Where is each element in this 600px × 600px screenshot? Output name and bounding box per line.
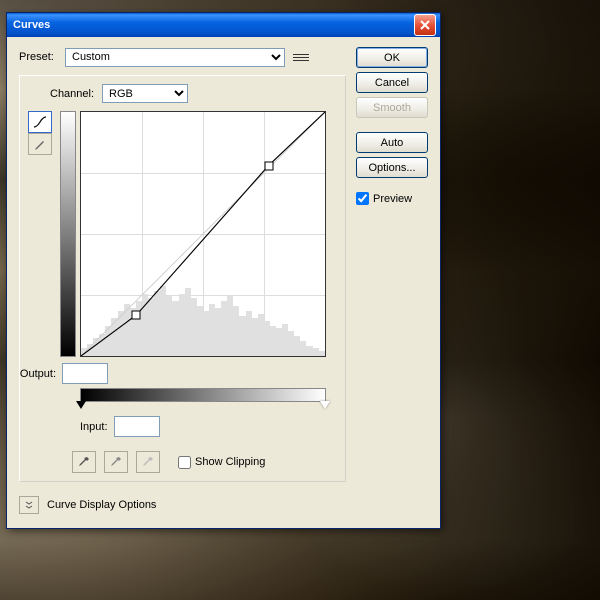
eyedropper-icon bbox=[78, 456, 90, 468]
curve-graph[interactable] bbox=[80, 111, 326, 357]
curve-tool[interactable] bbox=[28, 111, 52, 133]
output-label: Output: bbox=[16, 368, 56, 380]
white-eyedropper[interactable] bbox=[136, 451, 160, 473]
close-button[interactable] bbox=[414, 14, 436, 36]
input-field[interactable] bbox=[114, 416, 160, 437]
pencil-tool[interactable] bbox=[28, 133, 52, 155]
channel-label: Channel: bbox=[50, 88, 96, 100]
preview-label: Preview bbox=[373, 193, 412, 205]
eyedropper-icon bbox=[110, 456, 122, 468]
curve-point[interactable] bbox=[132, 310, 141, 319]
ok-button[interactable]: OK bbox=[356, 47, 428, 68]
curve-line bbox=[81, 112, 325, 356]
preset-label: Preset: bbox=[19, 51, 59, 63]
pencil-icon bbox=[34, 138, 46, 150]
channel-select[interactable]: RGB bbox=[102, 84, 188, 103]
smooth-button: Smooth bbox=[356, 97, 428, 118]
output-field[interactable] bbox=[62, 363, 108, 384]
eyedropper-icon bbox=[142, 456, 154, 468]
options-button[interactable]: Options... bbox=[356, 157, 428, 178]
show-clipping-checkbox[interactable] bbox=[178, 456, 191, 469]
preview-option[interactable]: Preview bbox=[356, 192, 428, 205]
dialog-title: Curves bbox=[11, 19, 414, 31]
output-gradient bbox=[60, 111, 76, 357]
curve-display-label: Curve Display Options bbox=[47, 499, 156, 511]
curve-icon bbox=[33, 116, 47, 128]
show-clipping-option[interactable]: Show Clipping bbox=[178, 456, 265, 469]
preset-menu-icon[interactable] bbox=[291, 47, 311, 67]
show-clipping-label: Show Clipping bbox=[195, 456, 265, 468]
input-label: Input: bbox=[80, 421, 108, 433]
preview-checkbox[interactable] bbox=[356, 192, 369, 205]
chevron-down-icon bbox=[24, 500, 34, 510]
gray-eyedropper[interactable] bbox=[104, 451, 128, 473]
curve-point[interactable] bbox=[264, 161, 273, 170]
expand-button[interactable] bbox=[19, 496, 39, 514]
curves-dialog: Curves Preset: Custom Channel: RGB bbox=[6, 12, 441, 529]
black-eyedropper[interactable] bbox=[72, 451, 96, 473]
white-point-slider[interactable] bbox=[320, 401, 330, 409]
close-icon bbox=[420, 20, 430, 30]
titlebar[interactable]: Curves bbox=[7, 13, 440, 37]
cancel-button[interactable]: Cancel bbox=[356, 72, 428, 93]
curve-group: Channel: RGB bbox=[19, 75, 346, 482]
auto-button[interactable]: Auto bbox=[356, 132, 428, 153]
black-point-slider[interactable] bbox=[76, 401, 86, 409]
input-gradient[interactable] bbox=[80, 388, 326, 402]
preset-select[interactable]: Custom bbox=[65, 48, 285, 67]
